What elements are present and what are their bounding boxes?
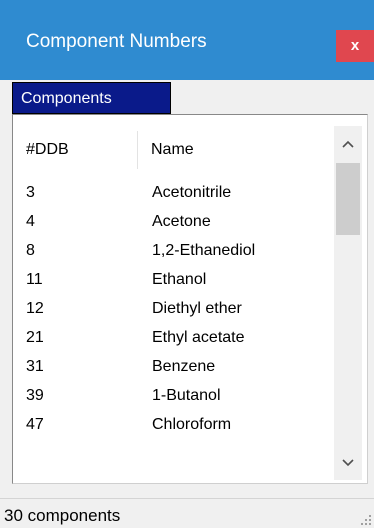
- tab-label: Components: [21, 90, 112, 107]
- scroll-thumb[interactable]: [336, 163, 360, 235]
- table-row[interactable]: 47 Chloroform: [16, 412, 332, 441]
- name-cell: 1,2-Ethanediol: [152, 242, 256, 259]
- ddb-cell: 11: [26, 271, 43, 288]
- table-row[interactable]: 11 Ethanol: [16, 267, 332, 296]
- tab-components[interactable]: Components: [12, 82, 171, 114]
- ddb-cell: 3: [26, 184, 35, 201]
- column-header-name[interactable]: Name: [151, 128, 194, 172]
- name-cell: 1-Butanol: [152, 387, 221, 404]
- table-row[interactable]: 8 1,2-Ethanediol: [16, 238, 332, 267]
- table-row[interactable]: 3 Acetonitrile: [16, 180, 332, 209]
- status-text: 30 components: [4, 506, 121, 525]
- chevron-down-icon[interactable]: [334, 449, 362, 477]
- close-button[interactable]: x: [336, 30, 374, 62]
- name-cell: Chloroform: [152, 416, 232, 433]
- table-row[interactable]: 4 Acetone: [16, 209, 332, 238]
- status-bar: 30 components: [0, 498, 374, 528]
- ddb-cell: 4: [26, 213, 35, 230]
- resize-grip-icon[interactable]: [360, 514, 372, 526]
- name-cell: Acetone: [152, 213, 211, 230]
- title-bar: Component Numbers x: [0, 0, 374, 80]
- name-cell: Diethyl ether: [152, 300, 242, 317]
- table-row[interactable]: 31 Benzene: [16, 354, 332, 383]
- window-title: Component Numbers: [26, 31, 207, 52]
- ddb-cell: 21: [26, 329, 44, 346]
- name-cell: Ethanol: [152, 271, 207, 288]
- table-row[interactable]: 12 Diethyl ether: [16, 296, 332, 325]
- ddb-cell: 31: [26, 358, 44, 375]
- table-row[interactable]: 21 Ethyl acetate: [16, 325, 332, 354]
- table-row[interactable]: 39 1-Butanol: [16, 383, 332, 412]
- ddb-cell: 12: [26, 300, 44, 317]
- ddb-cell: 39: [26, 387, 44, 404]
- chevron-up-icon[interactable]: [334, 130, 362, 158]
- vertical-scrollbar[interactable]: [334, 126, 362, 480]
- name-cell: Acetonitrile: [152, 184, 232, 201]
- column-header-ddb[interactable]: #DDB: [26, 128, 69, 172]
- name-cell: Benzene: [152, 358, 216, 375]
- ddb-cell: 8: [26, 242, 35, 259]
- name-cell: Ethyl acetate: [152, 329, 245, 346]
- column-separator[interactable]: [137, 131, 138, 169]
- ddb-cell: 47: [26, 416, 44, 433]
